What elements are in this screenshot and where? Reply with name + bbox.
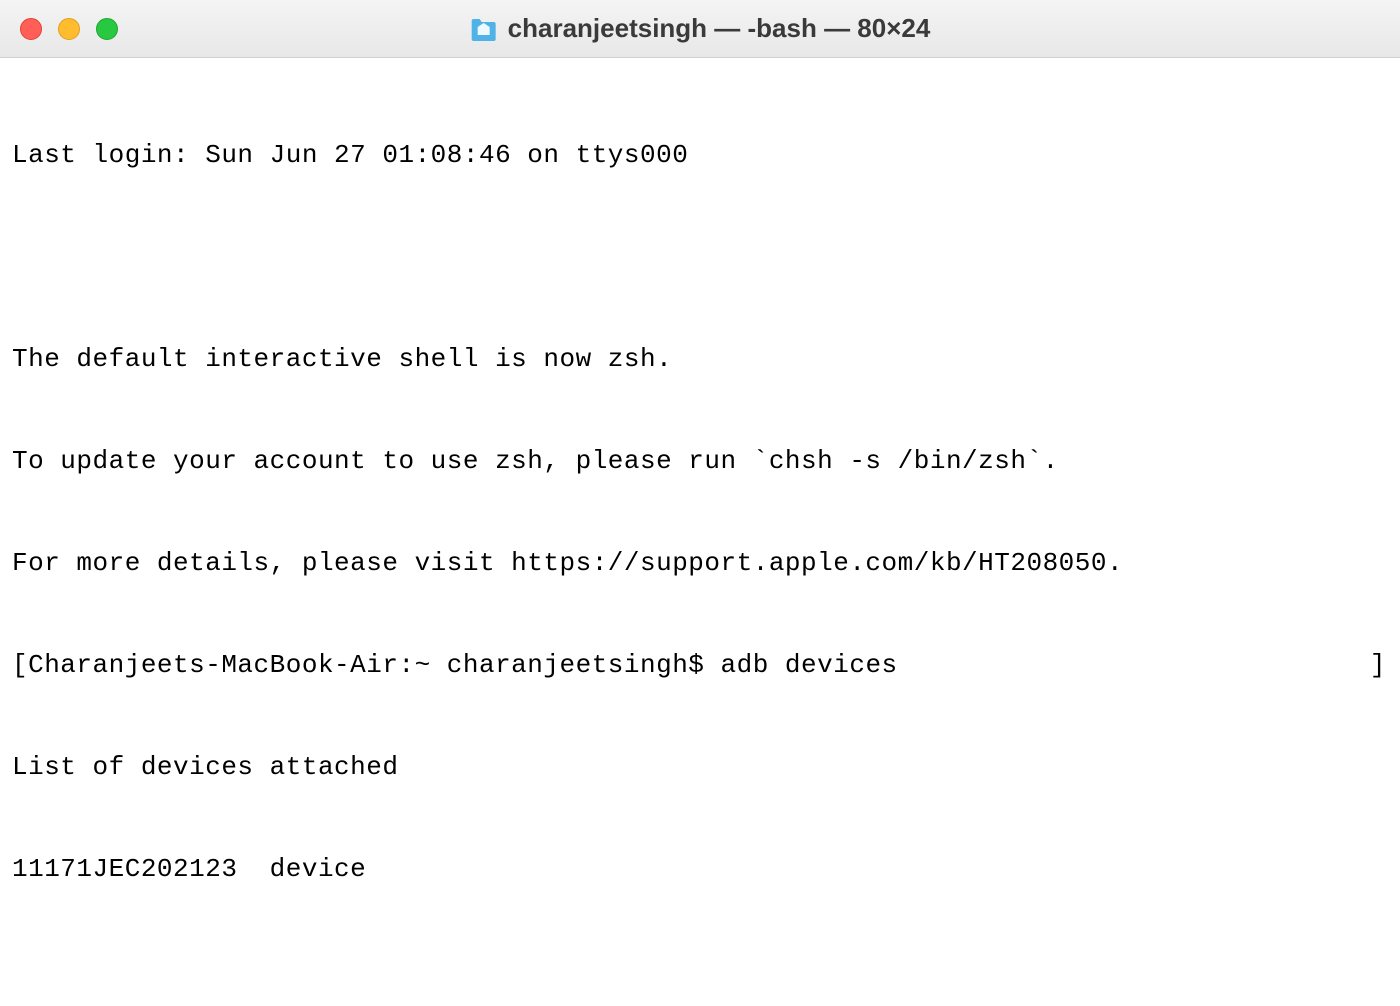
window-title: charanjeetsingh — -bash — 80×24 — [508, 13, 931, 44]
bracket-right: ] — [1370, 648, 1386, 682]
terminal-content[interactable]: Last login: Sun Jun 27 01:08:46 on ttys0… — [0, 58, 1400, 1006]
terminal-line: List of devices attached — [12, 750, 1392, 784]
terminal-line: [Charanjeets-MacBook-Air:~ charanjeetsin… — [12, 648, 1392, 682]
command-text: adb devices — [721, 650, 898, 680]
terminal-line: To update your account to use zsh, pleas… — [12, 444, 1392, 478]
minimize-button[interactable] — [58, 18, 80, 40]
terminal-line: For more details, please visit https://s… — [12, 546, 1392, 580]
maximize-button[interactable] — [96, 18, 118, 40]
prompt: [Charanjeets-MacBook-Air:~ charanjeetsin… — [12, 650, 721, 680]
terminal-line — [12, 954, 1392, 988]
terminal-line: Last login: Sun Jun 27 01:08:46 on ttys0… — [12, 138, 1392, 172]
close-button[interactable] — [20, 18, 42, 40]
terminal-line — [12, 240, 1392, 274]
terminal-line: The default interactive shell is now zsh… — [12, 342, 1392, 376]
terminal-line: 11171JEC202123 device — [12, 852, 1392, 886]
window-titlebar: charanjeetsingh — -bash — 80×24 — [0, 0, 1400, 58]
home-folder-icon — [470, 17, 498, 41]
window-title-area: charanjeetsingh — -bash — 80×24 — [470, 13, 931, 44]
window-controls — [20, 18, 118, 40]
